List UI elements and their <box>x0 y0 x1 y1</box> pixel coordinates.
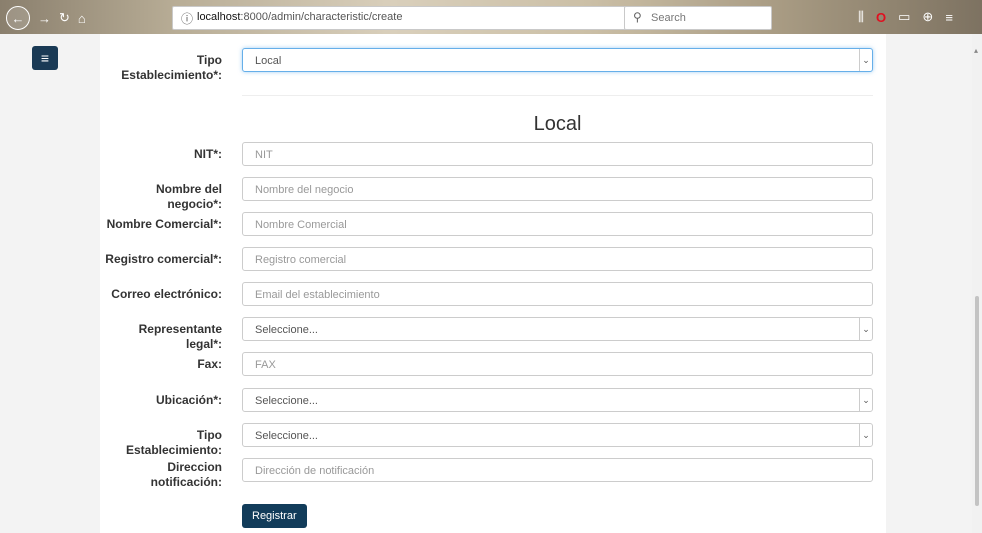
hamburger-menu-icon[interactable]: ≡ <box>945 10 953 25</box>
addon-o-icon[interactable]: O <box>876 10 886 25</box>
divider <box>242 95 873 96</box>
chevron-down-icon: ⌄ <box>859 318 872 340</box>
reload-icon[interactable]: ↻ <box>59 10 70 26</box>
tipo-label: Tipo Establecimiento*: <box>121 53 222 82</box>
library-icon[interactable]: ⫼ <box>858 9 864 25</box>
nav-buttons: ← → ↻ ⌂ <box>6 6 86 30</box>
tipo-select-value: Local <box>255 55 282 67</box>
sidebar-icon[interactable]: ▭ <box>898 9 910 25</box>
fax-input[interactable]: FAX <box>242 352 873 376</box>
section-title: Local <box>533 113 582 135</box>
chevron-down-icon: ⌄ <box>859 424 872 446</box>
scroll-up-icon[interactable]: ▴ <box>974 46 978 55</box>
back-button[interactable]: ← <box>6 6 30 30</box>
tipo-select[interactable]: Local ⌄ <box>242 48 873 72</box>
nit-input[interactable]: NIT <box>242 142 873 166</box>
url-text[interactable]: localhost:8000/admin/characteristic/crea… <box>197 11 402 23</box>
ubicacion-label: Ubicación*: <box>155 393 222 407</box>
chevron-down-icon: ⌄ <box>859 49 872 71</box>
correo-label: Correo electrónico: <box>111 287 222 301</box>
sidebar-toggle-button[interactable]: ≡ <box>32 46 58 70</box>
direccion-label: Direccion notificación: <box>150 460 222 489</box>
registro-label: Registro comercial*: <box>105 252 222 266</box>
nombre-comercial-label: Nombre Comercial*: <box>106 217 222 231</box>
search-input[interactable]: ⚲ Search <box>624 6 772 30</box>
info-icon[interactable]: ⓘ <box>181 10 193 27</box>
correo-input[interactable]: Email del establecimiento <box>242 282 873 306</box>
nombre-negocio-input[interactable]: Nombre del negocio <box>242 177 873 201</box>
search-placeholder: Search <box>651 12 686 24</box>
nombre-comercial-input[interactable]: Nombre Comercial <box>242 212 873 236</box>
home-icon[interactable]: ⌂ <box>78 11 86 26</box>
search-icon: ⚲ <box>633 10 642 24</box>
vertical-scrollbar[interactable]: ▴ <box>972 34 982 533</box>
nit-label: NIT*: <box>194 147 222 161</box>
representante-label: Representante legal*: <box>138 322 222 351</box>
browser-toolbar: ← → ↻ ⌂ ⓘ localhost:8000/admin/character… <box>0 0 982 34</box>
registro-input[interactable]: Registro comercial <box>242 247 873 271</box>
tipo-establecimiento-select[interactable]: Seleccione... ⌄ <box>242 423 873 447</box>
toolbar-icons: ⫼ O ▭ ⊕ ≡ <box>858 9 953 25</box>
page-content: ≡ Tipo Establecimiento*: Local ⌄ Local N… <box>0 34 982 533</box>
tipo-establecimiento-label: Tipo Establecimiento: <box>125 428 222 457</box>
registrar-button[interactable]: Registrar <box>242 504 307 528</box>
nombre-negocio-label: Nombre del negocio*: <box>155 182 222 211</box>
ubicacion-select[interactable]: Seleccione... ⌄ <box>242 388 873 412</box>
fax-label: Fax: <box>197 357 222 371</box>
direccion-input[interactable]: Dirección de notificación <box>242 458 873 482</box>
forward-icon[interactable]: → <box>38 11 51 26</box>
representante-select[interactable]: Seleccione... ⌄ <box>242 317 873 341</box>
menu-icon: ≡ <box>40 50 50 66</box>
form-card: Tipo Establecimiento*: Local ⌄ Local NIT… <box>100 34 886 533</box>
scrollbar-thumb[interactable] <box>975 296 979 506</box>
extension-icon[interactable]: ⊕ <box>922 9 933 25</box>
chevron-down-icon: ⌄ <box>859 389 872 411</box>
